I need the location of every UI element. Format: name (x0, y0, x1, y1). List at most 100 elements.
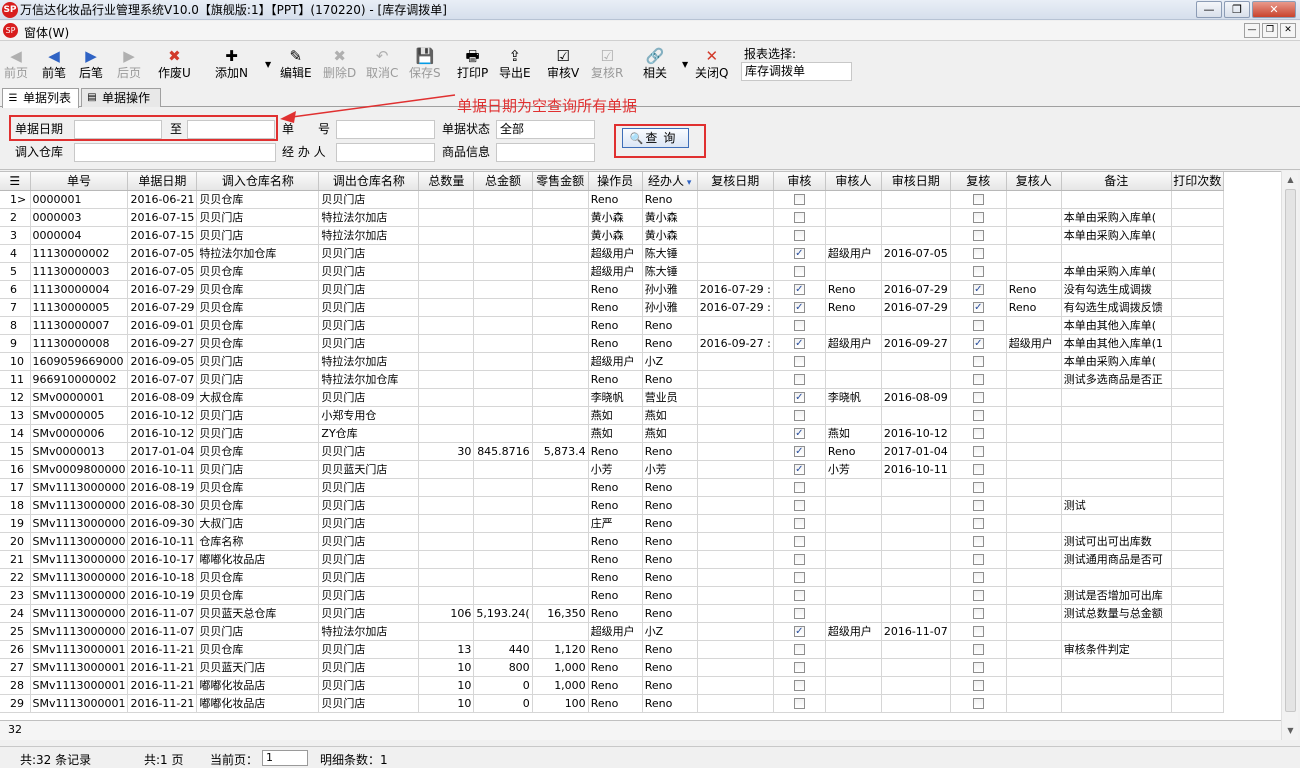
rechecked-checkbox[interactable] (972, 644, 984, 655)
rechecked-checkbox[interactable] (972, 410, 984, 421)
rechecked-checkbox[interactable] (972, 500, 984, 511)
related-dropdown-arrow-icon[interactable]: ▼ (682, 60, 688, 69)
table-row[interactable]: 7 11130000005 2016-07-29 贝贝仓库 贝贝门店 Reno 孙小雅 201… (0, 298, 1224, 317)
approved-checkbox[interactable] (793, 356, 805, 367)
rechecked-checkbox[interactable] (972, 356, 984, 367)
approved-checkbox[interactable] (793, 320, 805, 331)
column-header[interactable]: 打印次数 (1171, 172, 1224, 191)
rechecked-checkbox[interactable] (972, 698, 984, 709)
approved-checkbox[interactable] (793, 698, 805, 709)
scroll-up-icon[interactable]: ▲ (1282, 171, 1299, 188)
rechecked-checkbox[interactable] (972, 482, 984, 493)
table-row[interactable]: 12 SMv0000001 2016-08-09 大叔仓库 贝贝门店 李晓帆 营业员 ✓ 李晓帆… (0, 388, 1224, 407)
close-window-button[interactable]: ✕ (1252, 1, 1296, 18)
rechecked-checkbox[interactable] (972, 248, 984, 259)
handler-input[interactable] (336, 143, 435, 162)
rechecked-checkbox[interactable] (972, 680, 984, 691)
column-header[interactable]: 操作员 (588, 172, 643, 191)
table-row[interactable]: 3 0000004 2016-07-15 贝贝门店 特拉法尔加店 黄小森 黄小森 本单由采购入… (0, 226, 1224, 245)
rechecked-checkbox[interactable] (972, 464, 984, 475)
table-row[interactable]: 18 SMv1113000000 2016-08-30 贝贝仓库 贝贝门店 Reno Ren… (0, 496, 1224, 515)
table-row[interactable]: 10 1609059669000 2016-09-05 贝贝门店 特拉法尔加店 超级用户小… (0, 352, 1224, 371)
cancel-button[interactable]: ↶ 取消C (366, 46, 398, 80)
table-row[interactable]: 22 SMv1113000000 2016-10-18 贝贝仓库 贝贝门店 Reno Ren… (0, 568, 1224, 587)
export-button[interactable]: ⇪ 导出E (499, 46, 531, 80)
rechecked-checkbox[interactable] (972, 266, 984, 277)
approved-checkbox[interactable] (793, 608, 805, 619)
table-row[interactable]: 25 SMv1113000000 2016-11-07 贝贝门店 特拉法尔加店 超级用户小… (0, 622, 1224, 641)
menu-window[interactable]: 窗体(W) (24, 24, 69, 41)
add-dropdown-arrow-icon[interactable]: ▼ (265, 60, 271, 69)
approved-checkbox[interactable] (793, 230, 805, 241)
approved-checkbox[interactable]: ✓ (793, 446, 805, 457)
column-header[interactable]: 审核人 (825, 172, 882, 191)
prev-page-button[interactable]: ◀ 前页 (4, 46, 28, 80)
table-row[interactable]: 29 SMv1113000001 2016-11-21 嘟嘟化妆品店 贝贝门店 10 0 10… (0, 694, 1224, 713)
next-record-button[interactable]: ▶ 后笔 (79, 46, 103, 80)
column-header[interactable]: 审核 (773, 172, 826, 191)
table-row[interactable]: 20 SMv1113000000 2016-10-11 仓库名称 贝贝门店 Reno Ren… (0, 532, 1224, 551)
approved-checkbox[interactable] (793, 554, 805, 565)
rechecked-checkbox[interactable] (972, 590, 984, 601)
approved-checkbox[interactable] (793, 194, 805, 205)
approved-checkbox[interactable] (793, 482, 805, 493)
grid-corner-icon[interactable]: ☰ (0, 172, 31, 191)
table-row[interactable]: 2 0000003 2016-07-15 贝贝门店 特拉法尔加店 黄小森 黄小森 本单由采购入… (0, 208, 1224, 227)
table-row[interactable]: 9 11130000008 2016-09-27 贝贝仓库 贝贝门店 Reno Reno 20… (0, 334, 1224, 353)
rechecked-checkbox[interactable]: ✓ (972, 284, 984, 295)
rechecked-checkbox[interactable] (972, 446, 984, 457)
column-header[interactable]: 复核日期 (697, 172, 774, 191)
table-row[interactable]: 24 SMv1113000000 2016-11-07 贝贝蓝天总仓库 贝贝门店 106 5… (0, 604, 1224, 623)
rechecked-checkbox[interactable] (972, 374, 984, 385)
scroll-thumb[interactable] (1285, 189, 1296, 712)
column-header[interactable]: 总数量 (418, 172, 475, 191)
rechecked-checkbox[interactable] (972, 392, 984, 403)
document-grid[interactable]: ☰ 单号 单据日期 调入仓库名称 调出仓库名称 总数量 总金额 零售金额 操作员 经办人 ▾ 复核日… (0, 171, 1281, 720)
rechecked-checkbox[interactable] (972, 554, 984, 565)
rechecked-checkbox[interactable] (972, 608, 984, 619)
rechecked-checkbox[interactable] (972, 518, 984, 529)
table-row[interactable]: 5 11130000003 2016-07-05 贝贝仓库 贝贝门店 超级用户 陈大锤 本单由… (0, 262, 1224, 281)
next-page-button[interactable]: ▶ 后页 (117, 46, 141, 80)
scroll-down-icon[interactable]: ▼ (1282, 722, 1299, 739)
tab-document-list[interactable]: ☰ 单据列表 (2, 88, 79, 108)
approved-checkbox[interactable] (793, 572, 805, 583)
rechecked-checkbox[interactable] (972, 626, 984, 637)
approved-checkbox[interactable]: ✓ (793, 392, 805, 403)
approved-checkbox[interactable] (793, 662, 805, 673)
minimize-button[interactable]: — (1196, 1, 1222, 18)
column-header[interactable]: 单据日期 (127, 172, 198, 191)
table-row[interactable]: 17 SMv1113000000 2016-08-19 贝贝仓库 贝贝门店 Reno Ren… (0, 478, 1224, 497)
column-header[interactable]: 零售金额 (532, 172, 589, 191)
rechecked-checkbox[interactable] (972, 194, 984, 205)
table-row[interactable]: 19 SMv1113000000 2016-09-30 大叔门店 贝贝门店 庄严 Reno (0, 514, 1224, 533)
edit-button[interactable]: ✎ 编辑E (280, 46, 312, 80)
grid-vertical-scrollbar[interactable]: ▲ ▼ (1281, 171, 1298, 740)
report-select[interactable]: 库存调拨单 (741, 62, 852, 81)
table-row[interactable]: 27 SMv1113000001 2016-11-21 贝贝蓝天门店 贝贝门店 10 800… (0, 658, 1224, 677)
approved-checkbox[interactable] (793, 266, 805, 277)
column-header[interactable]: 总金额 (473, 172, 533, 191)
add-button[interactable]: ✚ 添加N (215, 46, 248, 80)
approved-checkbox[interactable] (793, 212, 805, 223)
column-header[interactable]: 经办人 ▾ (642, 172, 698, 191)
rechecked-checkbox[interactable]: ✓ (972, 338, 984, 349)
recheck-button[interactable]: ☑ 复核R (591, 46, 623, 80)
close-button[interactable]: ✕ 关闭Q (695, 46, 728, 80)
rechecked-checkbox[interactable] (972, 662, 984, 673)
rechecked-checkbox[interactable] (972, 320, 984, 331)
table-row[interactable]: 28 SMv1113000001 2016-11-21 嘟嘟化妆品店 贝贝门店 10 0 1,… (0, 676, 1224, 695)
column-header[interactable]: 审核日期 (881, 172, 951, 191)
table-row[interactable]: 8 11130000007 2016-09-01 贝贝仓库 贝贝门店 Reno Reno 本单… (0, 316, 1224, 335)
column-header[interactable]: 备注 (1061, 172, 1172, 191)
approved-checkbox[interactable]: ✓ (793, 302, 805, 313)
goods-input[interactable] (496, 143, 595, 162)
approved-checkbox[interactable]: ✓ (793, 248, 805, 259)
status-select[interactable]: 全部 (496, 120, 595, 139)
approved-checkbox[interactable] (793, 500, 805, 511)
column-header[interactable]: 调出仓库名称 (318, 172, 420, 191)
related-button[interactable]: 🔗 相关 (643, 46, 667, 80)
rechecked-checkbox[interactable] (972, 536, 984, 547)
save-button[interactable]: 💾 保存S (409, 46, 441, 80)
approved-checkbox[interactable] (793, 374, 805, 385)
